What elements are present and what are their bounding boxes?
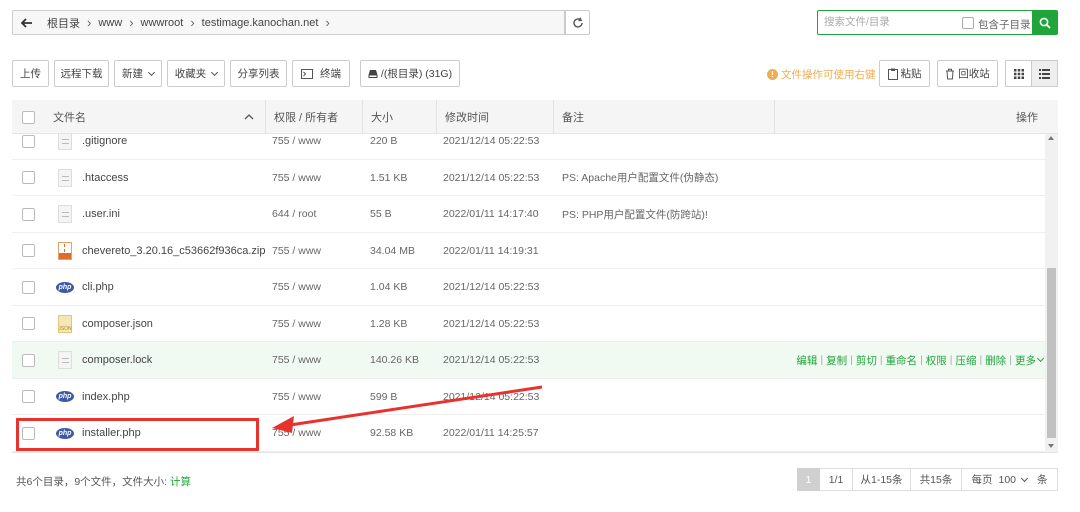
- chevron-down-icon: [1020, 474, 1029, 482]
- per-page-unit: 条: [1037, 474, 1048, 486]
- per-page-label: 每页: [971, 474, 993, 486]
- summary-text: 共6个目录，9个文件，文件大小:: [16, 476, 168, 488]
- page-range: 从1-15条: [853, 468, 911, 491]
- annotation-arrow: [272, 385, 543, 433]
- page-of: 1/1: [820, 468, 853, 491]
- per-page-select[interactable]: 每页 100 条: [962, 468, 1058, 491]
- per-page-value[interactable]: 100: [998, 474, 1016, 486]
- page-current[interactable]: 1: [797, 468, 820, 491]
- directory-summary: 共6个目录，9个文件，文件大小: 计算: [16, 474, 191, 489]
- calculate-size-link[interactable]: 计算: [170, 476, 191, 488]
- page-total: 共15条: [911, 468, 962, 491]
